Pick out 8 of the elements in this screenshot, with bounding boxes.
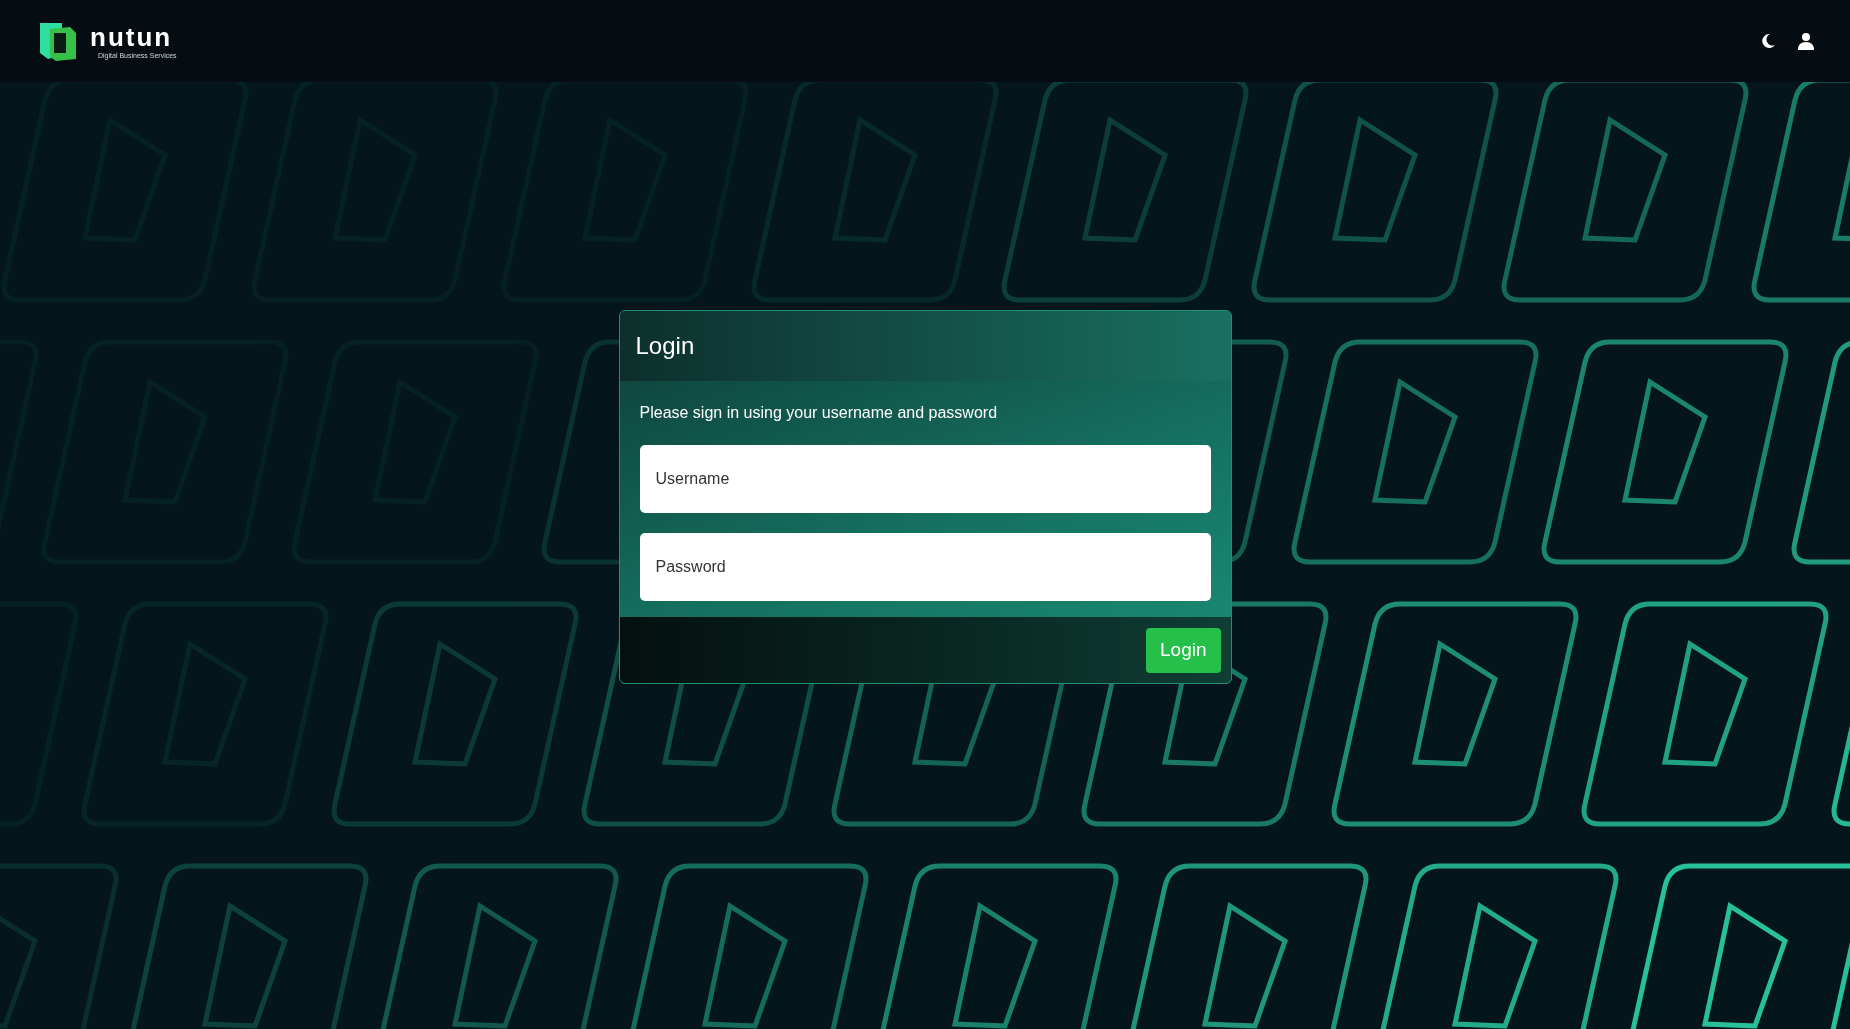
login-button[interactable]: Login [1146,627,1221,673]
moon-icon[interactable] [1760,33,1776,49]
user-icon[interactable] [1798,32,1814,50]
card-title: Login [635,331,695,361]
password-field[interactable]: Password [639,533,1211,601]
brand-name: nutun [90,23,174,50]
username-field[interactable]: Username [639,445,1211,513]
instruction-text: Please sign in using your username and password [639,403,999,423]
